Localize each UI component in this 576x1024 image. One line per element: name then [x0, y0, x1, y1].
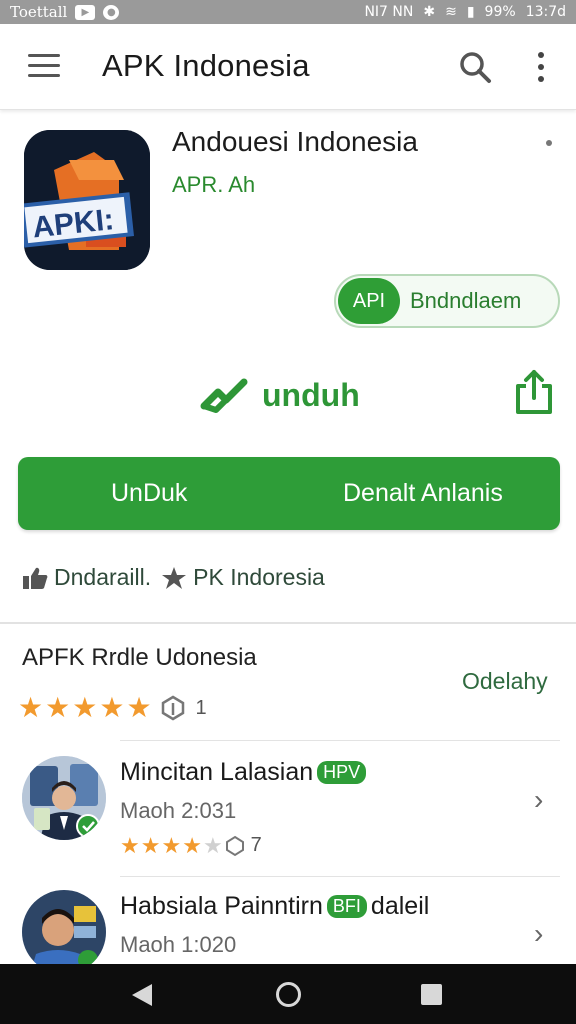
reviewer-name: Habsiala Painntirn BFI daleil: [120, 892, 429, 921]
reviewer-name-text: Mincitan Lalasian: [120, 758, 314, 786]
avatar: [22, 756, 106, 840]
meta-row: Dndaraill. PK Indoresia: [22, 564, 335, 591]
apk-logo-icon: APKI:: [24, 130, 150, 270]
review-count: 7: [250, 834, 262, 856]
review-date: Maoh 2:031: [120, 798, 237, 823]
star-icon: ★: [72, 692, 98, 723]
status-bar: Toettall ▶ ● NI7 NN ✱ ≋ ▮ 99% 13:7d: [0, 0, 576, 24]
review-date: Maoh 1:020: [120, 932, 237, 957]
star-icon: ★: [18, 692, 44, 723]
unduh-row[interactable]: unduh: [200, 372, 360, 418]
app-notification-icon: ●: [103, 4, 120, 20]
star-empty-icon: ★: [202, 832, 223, 858]
home-icon[interactable]: [276, 982, 301, 1007]
more-vert-icon[interactable]: [536, 52, 546, 82]
star-icon: ★: [140, 832, 161, 858]
video-notification-icon: ▶: [75, 4, 96, 20]
star-icon: ★: [161, 832, 182, 858]
star-icon: [162, 566, 187, 589]
overall-rating: ★ ★ ★ ★ ★ 1: [18, 694, 207, 722]
category-pill[interactable]: API Bndndlaem: [334, 274, 560, 328]
reviewer-name: Mincitan Lalasian HPV: [120, 758, 367, 787]
overflow-dot-icon[interactable]: [546, 140, 552, 146]
search-icon[interactable]: [458, 50, 492, 84]
system-nav-bar: [0, 964, 576, 1024]
star-icon: ★: [126, 692, 152, 723]
app-logo: APKI:: [24, 130, 150, 270]
bluetooth-icon: ✱: [423, 4, 436, 20]
chevron-right-icon[interactable]: ›: [534, 918, 543, 950]
chevron-right-icon[interactable]: ›: [534, 784, 543, 816]
pill-badge: API: [338, 278, 400, 324]
developer-link[interactable]: APR. Ah: [172, 172, 255, 198]
star-icon: ★: [99, 692, 125, 723]
list-item[interactable]: Mincitan Lalasian HPV Maoh 2:031 ★ ★ ★ ★…: [0, 756, 576, 886]
pill-label: Bndndlaem: [410, 288, 522, 313]
trend-icon: [200, 378, 248, 413]
rating-count: 1: [195, 696, 207, 719]
star-icon: ★: [120, 832, 140, 858]
unduh-label: unduh: [262, 376, 360, 413]
time-label: 13:7d: [525, 4, 566, 20]
wifi-icon: ≋: [445, 4, 457, 20]
reviewer-tag: BFI: [326, 895, 367, 918]
app-bar: APK Indonesia: [0, 24, 576, 110]
star-icon: ★: [182, 832, 202, 858]
recents-icon[interactable]: [421, 984, 442, 1005]
carrier-label: Toettall: [10, 3, 68, 21]
list-divider: [120, 876, 560, 877]
network-label: NI7 NN: [364, 4, 414, 20]
install-button-left-label: UnDuk: [111, 479, 188, 507]
thumbs-up-icon: [23, 567, 48, 589]
share-icon[interactable]: [514, 368, 554, 416]
meta-rating-text: PK Indoresia: [193, 564, 325, 590]
reviewer-name-suffix: daleil: [370, 892, 430, 920]
review-stars: ★ ★ ★ ★ ★ 7: [120, 834, 262, 857]
install-button-right-label: Denalt Anlanis: [343, 479, 503, 507]
battery-label: 99%: [484, 4, 516, 20]
menu-icon[interactable]: [28, 54, 60, 78]
avatar: [22, 890, 106, 974]
meta-item-rating[interactable]: PK Indoresia: [161, 564, 325, 591]
reviews-section-title: APFK Rrdle Udonesia: [22, 644, 257, 671]
reviewer-name-text: Habsiala Painntirn: [120, 892, 323, 920]
page-title: APK Indonesia: [102, 48, 310, 83]
install-button[interactable]: UnDuk Denalt Anlanis: [18, 457, 560, 530]
meta-likes-text: Dndaraill.: [54, 564, 152, 590]
app-name: Andouesi Indonesia: [172, 126, 418, 157]
meta-item-likes[interactable]: Dndaraill.: [22, 564, 151, 591]
star-icon: ★: [45, 692, 71, 723]
signal-icon: ▮: [466, 4, 475, 20]
list-divider: [120, 740, 560, 741]
info-badge-icon: [161, 695, 184, 721]
section-divider: [0, 622, 576, 624]
back-icon[interactable]: [132, 984, 152, 1006]
reviewer-tag: HPV: [317, 761, 367, 784]
reviews-section-action[interactable]: Odelahy: [462, 668, 548, 695]
info-badge-icon: [225, 835, 244, 856]
